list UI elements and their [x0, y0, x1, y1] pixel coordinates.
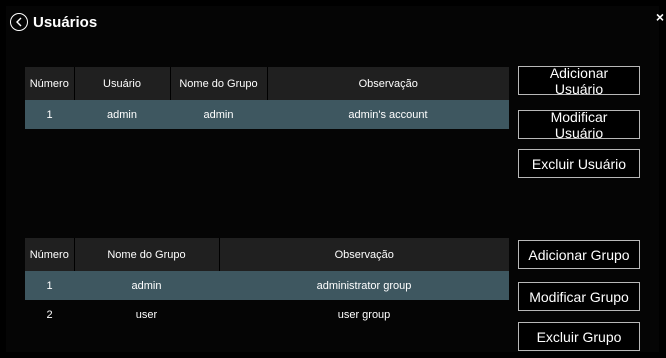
modify-group-button[interactable]: Modificar Grupo: [518, 282, 640, 311]
groups-table: Número Nome do Grupo Observação 1 admin …: [25, 238, 509, 329]
cell-observacao: admin's account: [267, 100, 509, 129]
cell-usuario: admin: [74, 100, 170, 129]
cell-grupo: admin: [74, 271, 219, 300]
column-header-observacao[interactable]: Observação: [218, 238, 509, 271]
table-row[interactable]: 1 admin administrator group: [25, 271, 509, 300]
cell-observacao: administrator group: [219, 271, 509, 300]
cell-grupo: admin: [170, 100, 267, 129]
column-header-numero[interactable]: Número: [25, 67, 74, 100]
close-icon[interactable]: ×: [656, 9, 664, 25]
add-group-button[interactable]: Adicionar Grupo: [518, 240, 640, 269]
page-title: Usuários: [33, 13, 98, 31]
column-header-observacao[interactable]: Observação: [266, 67, 509, 100]
delete-group-button[interactable]: Excluir Grupo: [518, 322, 640, 351]
cell-numero: 1: [25, 271, 74, 300]
column-header-numero[interactable]: Número: [25, 238, 74, 271]
header: Usuários: [10, 10, 97, 34]
back-icon[interactable]: [10, 13, 28, 31]
modify-user-button[interactable]: Modificar Usuário: [518, 109, 640, 141]
users-table: Número Usuário Nome do Grupo Observação …: [25, 67, 509, 129]
column-header-usuario[interactable]: Usuário: [73, 67, 170, 100]
cell-numero: 2: [46, 308, 53, 321]
table-header-row: Número Nome do Grupo Observação: [25, 238, 509, 271]
delete-user-button[interactable]: Excluir Usuário: [518, 149, 640, 178]
column-header-nome-do-grupo[interactable]: Nome do Grupo: [169, 67, 267, 100]
column-header-nome-do-grupo[interactable]: Nome do Grupo: [73, 238, 219, 271]
add-user-button[interactable]: Adicionar Usuário: [518, 65, 640, 97]
cell-grupo: user: [135, 308, 158, 321]
table-row[interactable]: 2 user user group: [25, 300, 509, 329]
table-header-row: Número Usuário Nome do Grupo Observação: [25, 67, 509, 100]
cell-observacao: user group: [337, 308, 391, 321]
cell-numero: 1: [25, 100, 74, 129]
table-row[interactable]: 1 admin admin admin's account: [25, 100, 509, 129]
